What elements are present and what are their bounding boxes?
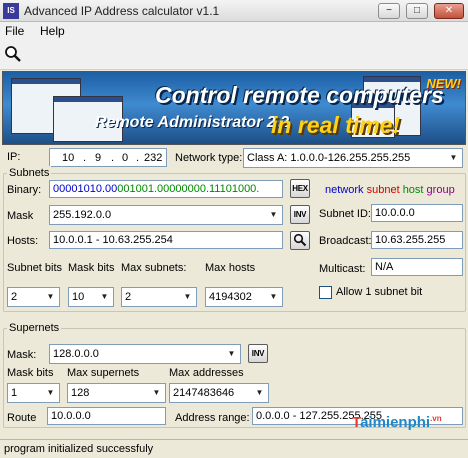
supernet-mask-select[interactable]: 128.0.0.0 ▼ — [49, 344, 241, 364]
max-hosts-select[interactable]: 4194302 ▼ — [205, 287, 283, 307]
legend-group: group — [426, 184, 455, 196]
subnet-bits-select[interactable]: 2 ▼ — [7, 287, 60, 307]
network-type-value: Class A: 1.0.0.0-126.255.255.255 — [247, 152, 411, 164]
chevron-down-icon: ▼ — [227, 349, 236, 358]
chevron-down-icon: ▼ — [269, 292, 278, 301]
binary-color-legend: network subnet host group — [325, 183, 455, 197]
chevron-down-icon: ▼ — [449, 153, 458, 162]
close-button[interactable]: ✕ — [434, 3, 464, 19]
subnet-mask-value: 255.192.0.0 — [53, 209, 112, 221]
ip-label: IP: — [7, 151, 21, 163]
search-icon[interactable] — [4, 45, 22, 63]
binary-field: 00001010.00001001.00000000.11101000. — [49, 180, 283, 198]
allow-subnet-bit-checkbox[interactable] — [319, 286, 332, 299]
ip-dot-3: . — [136, 152, 140, 164]
ip-octet-1: 10 — [62, 152, 75, 164]
minimize-button[interactable]: − — [378, 3, 400, 19]
broadcast-label: Broadcast: — [319, 235, 372, 247]
legend-host: host — [402, 184, 424, 196]
mask-bits-label: Mask bits — [68, 262, 115, 274]
ip-address-input[interactable]: 10 . 9 . 0 . 232 — [49, 148, 167, 167]
mask-label: Mask — [7, 210, 34, 222]
chevron-down-icon: ▼ — [152, 388, 161, 397]
banner-product: Remote Administrator 2.2 — [95, 114, 290, 131]
supernet-inv-button[interactable]: INV — [248, 344, 268, 363]
chevron-down-icon: ▼ — [269, 210, 278, 219]
watermark-logo: Taimienphi.vn — [352, 414, 442, 431]
max-hosts-value: 4194302 — [209, 291, 252, 303]
route-label: Route — [7, 412, 37, 424]
status-bar: program initialized successfuly — [0, 439, 468, 458]
ip-dot-1: . — [83, 152, 87, 164]
banner-new-badge: NEW! — [426, 76, 461, 91]
mask-bits-select[interactable]: 10 ▼ — [68, 287, 114, 307]
status-text: program initialized successfuly — [4, 443, 154, 455]
chevron-down-icon: ▼ — [255, 388, 264, 397]
ip-octet-3: 0 — [122, 152, 129, 164]
allow-subnet-bit-label[interactable]: Allow 1 subnet bit — [336, 285, 422, 299]
binary-host-bits: 001001.00000000.11101000. — [117, 183, 260, 195]
subnet-id-label: Subnet ID: — [319, 208, 371, 220]
subnet-mask-select[interactable]: 255.192.0.0 ▼ — [49, 205, 283, 225]
ip-dot-2: . — [111, 152, 115, 164]
magnifier-icon — [293, 233, 307, 247]
supernet-mask-bits-label: Mask bits — [7, 367, 54, 379]
banner-headline: Control remote computers — [155, 82, 444, 108]
legend-subnet: subnet — [366, 184, 400, 196]
max-addresses-label: Max addresses — [169, 367, 244, 379]
ip-octet-2: 9 — [95, 152, 102, 164]
max-addresses-value: 2147483646 — [173, 387, 235, 399]
hosts-label: Hosts: — [7, 235, 39, 247]
ad-banner[interactable]: Control remote computers Remote Administ… — [2, 71, 466, 145]
window-title: Advanced IP Address calculator v1.1 — [24, 4, 220, 18]
toolbar — [0, 40, 468, 70]
mask-bits-value: 10 — [72, 291, 85, 303]
subnet-id-field: 10.0.0.0 — [371, 204, 463, 222]
subnet-bits-label: Subnet bits — [7, 262, 63, 274]
subnets-legend: Subnets — [7, 166, 52, 180]
binary-network-bits: 00001010.00 — [53, 183, 118, 195]
binary-label: Binary: — [7, 184, 42, 196]
hex-button[interactable]: HEX — [290, 179, 310, 198]
maximize-button[interactable]: □ — [406, 3, 428, 19]
max-subnets-label: Max subnets: — [121, 262, 187, 274]
app-icon: IS — [3, 3, 19, 19]
supernet-mask-value: 128.0.0.0 — [53, 348, 99, 360]
lookup-hosts-button[interactable] — [290, 231, 310, 250]
subnet-bits-value: 2 — [11, 291, 18, 303]
chevron-down-icon: ▼ — [46, 292, 55, 301]
max-supernets-select[interactable]: 128 ▼ — [67, 383, 166, 403]
title-bar: IS Advanced IP Address calculator v1.1 −… — [0, 0, 468, 22]
chevron-down-icon: ▼ — [183, 292, 192, 301]
max-supernets-label: Max supernets — [67, 367, 140, 379]
max-subnets-value: 2 — [125, 291, 132, 303]
max-addresses-select[interactable]: 2147483646 ▼ — [169, 383, 269, 403]
subnet-inv-button[interactable]: INV — [290, 205, 310, 224]
supernet-mask-bits-value: 1 — [11, 387, 18, 399]
supernet-mask-bits-select[interactable]: 1 ▼ — [7, 383, 60, 403]
menu-help[interactable]: Help — [40, 24, 65, 38]
max-hosts-label: Max hosts — [205, 262, 256, 274]
supernet-mask-label: Mask: — [7, 349, 37, 361]
menu-bar: File Help — [0, 22, 468, 40]
multicast-field: N/A — [371, 258, 463, 276]
max-subnets-select[interactable]: 2 ▼ — [121, 287, 197, 307]
hosts-range-field: 10.0.0.1 - 10.63.255.254 — [49, 231, 283, 249]
network-type-label: Network type: — [175, 152, 243, 164]
menu-file[interactable]: File — [5, 24, 24, 38]
network-type-select[interactable]: Class A: 1.0.0.0-126.255.255.255 ▼ — [243, 148, 463, 168]
chevron-down-icon: ▼ — [100, 292, 109, 301]
banner-tagline: in real time! — [271, 112, 401, 138]
max-supernets-value: 128 — [71, 387, 90, 399]
legend-network: network — [325, 184, 364, 196]
route-field: 10.0.0.0 — [47, 407, 166, 425]
ip-octet-4: 232 — [144, 152, 163, 164]
address-range-label: Address range: — [175, 412, 250, 424]
multicast-label: Multicast: — [319, 263, 366, 275]
chevron-down-icon: ▼ — [46, 388, 55, 397]
supernets-legend: Supernets — [7, 321, 62, 335]
broadcast-field: 10.63.255.255 — [371, 231, 463, 249]
